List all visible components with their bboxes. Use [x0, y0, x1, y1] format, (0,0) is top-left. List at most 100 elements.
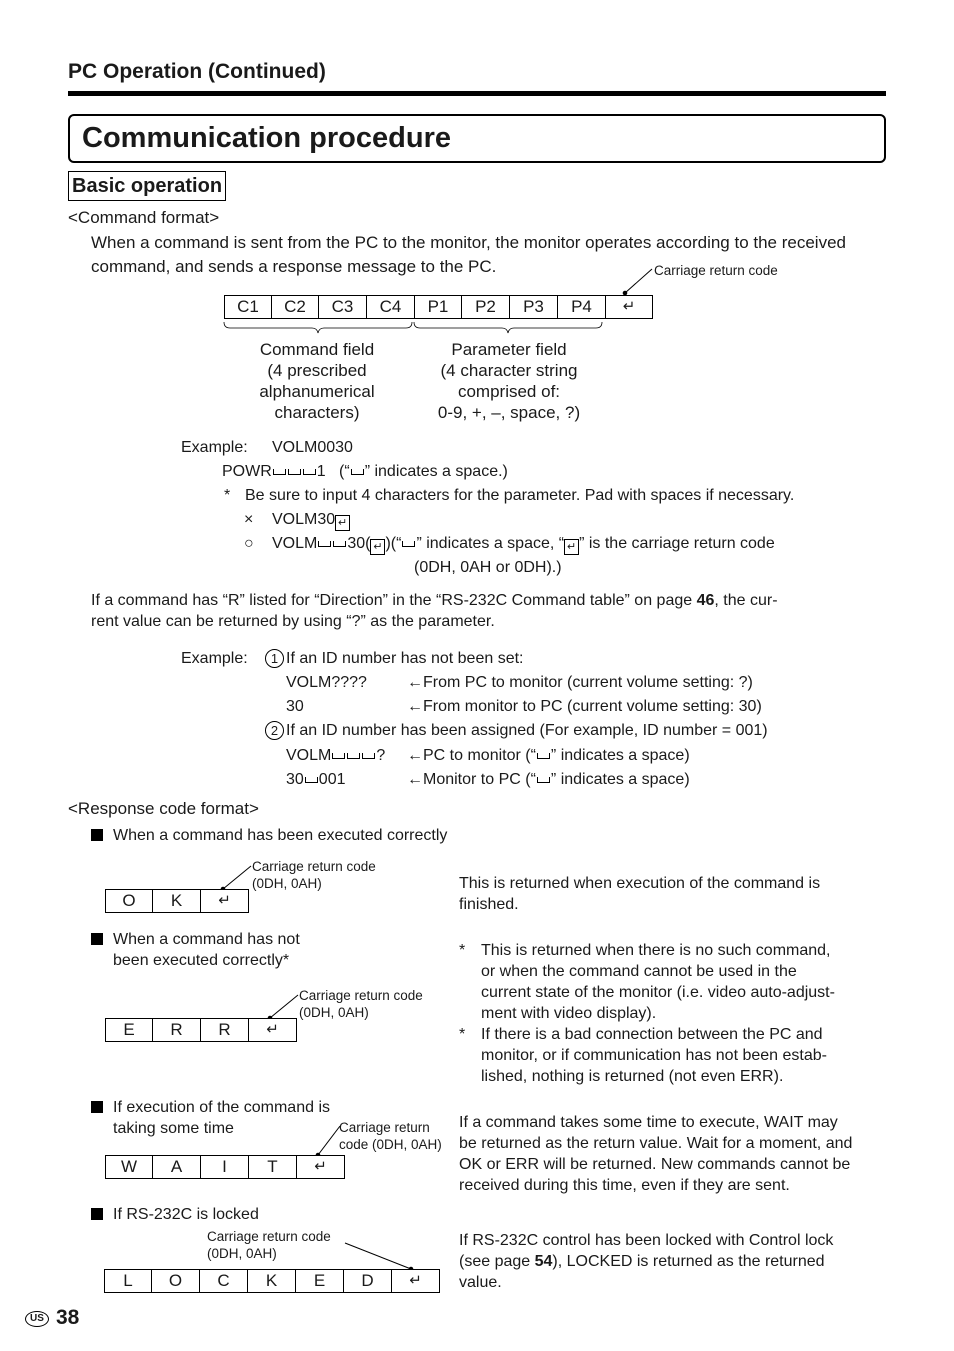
- cell-k: K: [248, 1270, 296, 1292]
- parameter-field-brace: [413, 321, 603, 334]
- cr-label-text: (0DH, 0AH): [252, 876, 322, 891]
- circled-number-2: 2: [265, 721, 284, 740]
- case2-row1-code: VOLM?: [286, 745, 385, 766]
- bullet-square-icon: [91, 1101, 103, 1113]
- code-text: 001: [318, 771, 346, 788]
- bullet-text: When a command has been executed correct…: [113, 827, 448, 844]
- query-paragraph-line1: If a command has “R” listed for “Directi…: [91, 590, 778, 611]
- note-line: lished, nothing is returned (not even ER…: [481, 1068, 784, 1085]
- wait-description: If a command takes some time to execute,…: [459, 1112, 852, 1196]
- cr-label-text: code (0DH, 0AH): [339, 1137, 442, 1152]
- note-text: ” indicates a space.): [364, 463, 508, 480]
- space-icon: [402, 541, 416, 547]
- space-icon: [347, 753, 361, 759]
- desc-text: ” indicates a space): [550, 747, 690, 764]
- pad-note: Be sure to input 4 characters for the pa…: [245, 487, 795, 504]
- ok-title: When a command has been executed correct…: [91, 825, 447, 846]
- carriage-return-icon: ↵: [218, 892, 231, 909]
- note-line: This is returned when there is no such c…: [481, 942, 831, 959]
- desc-line: (see page 54), LOCKED is returned as the…: [459, 1251, 833, 1272]
- case1-row2-code: 30: [286, 698, 304, 715]
- desc-text: ←PC to monitor (“: [407, 747, 536, 764]
- err-note-1: * This is returned when there is no such…: [459, 940, 899, 1024]
- space-icon: [332, 753, 346, 759]
- note-line: monitor, or if communication has not bee…: [481, 1047, 827, 1064]
- parameter-field-title: Parameter field: [451, 340, 567, 359]
- cell-r: R: [201, 1019, 249, 1041]
- cell-c: C: [200, 1270, 248, 1292]
- space-icon: [272, 469, 286, 475]
- case1-row1-desc: ←From PC to monitor (current volume sett…: [407, 674, 753, 691]
- note-line: If there is a bad connection between the…: [481, 1026, 823, 1043]
- bullet-text: taking some time: [113, 1120, 234, 1137]
- bullet-text: If execution of the command is: [113, 1099, 330, 1116]
- carriage-return-icon: ↵: [409, 1272, 422, 1289]
- note-line: or when the command cannot be used in th…: [481, 963, 797, 980]
- parameter-field-line: comprised of:: [457, 382, 561, 401]
- example-text: VOLM30: [272, 511, 336, 528]
- note-line: ment with video display).: [481, 1005, 657, 1022]
- code-text: 30: [286, 771, 304, 788]
- space-icon: [536, 753, 550, 759]
- space-icon: [536, 777, 550, 783]
- desc-line: This is returned when execution of the c…: [459, 875, 821, 892]
- cell-t: T: [249, 1156, 297, 1178]
- locked-description: If RS-232C control has been locked with …: [459, 1230, 833, 1293]
- asterisk: *: [459, 942, 466, 959]
- space-icon: [318, 541, 332, 547]
- cell-e: E: [296, 1270, 344, 1292]
- bullet-text: been executed correctly*: [113, 952, 290, 969]
- note-text: (“: [390, 535, 402, 552]
- cr-label-text: (0DH, 0AH): [299, 1005, 369, 1020]
- locked-title: If RS-232C is locked: [91, 1204, 259, 1225]
- region-badge: US: [25, 1311, 49, 1327]
- desc-text: ” indicates a space): [550, 771, 690, 788]
- command-field-description: Command field (4 prescribed alphanumeric…: [237, 339, 397, 423]
- example-text: VOLM: [272, 535, 318, 552]
- leader-line: [222, 865, 252, 890]
- cell-d: D: [344, 1270, 392, 1292]
- case2-row1-desc: ←PC to monitor (“ ” indicates a space): [407, 745, 690, 766]
- example-text: 1: [316, 463, 326, 480]
- carriage-return-icon: ↵: [314, 1158, 327, 1175]
- note-text: ” is the carriage return code: [579, 535, 775, 552]
- case2-title: 2 If an ID number has been assigned (For …: [265, 720, 768, 741]
- locked-cells: L O C K E D ↵: [104, 1269, 440, 1293]
- example-text: POWR: [222, 463, 272, 480]
- bullet-text: When a command has not: [113, 931, 300, 948]
- query-paragraph-line2: rent value can be returned by using “?” …: [91, 613, 495, 630]
- command-field-brace: [223, 321, 413, 334]
- space-icon: [304, 777, 318, 783]
- err-title: When a command has not been executed cor…: [91, 929, 300, 971]
- wait-title: If execution of the command is taking so…: [91, 1097, 330, 1139]
- desc-text: (see page: [459, 1253, 535, 1270]
- desc-line: If RS-232C control has been locked with …: [459, 1232, 834, 1249]
- bullet-square-icon: [91, 1208, 103, 1220]
- carriage-return-icon: ↵: [335, 515, 351, 531]
- desc-text: ←Monitor to PC (“: [407, 771, 536, 788]
- right-example: VOLM 30(↵)(“” indicates a space, “↵” is t…: [272, 533, 775, 555]
- circled-number-1: 1: [265, 649, 284, 668]
- carriage-return-icon: ↵: [370, 539, 386, 555]
- case1-row2-desc: ←From monitor to PC (current volume sett…: [407, 698, 762, 715]
- cell-a: A: [153, 1156, 201, 1178]
- parameter-field-line: 0-9, +, –, space, ?): [437, 403, 581, 422]
- err-cells: E R R ↵: [105, 1018, 297, 1042]
- note-text: ” indicates a space, “: [416, 535, 565, 552]
- desc-text: ), LOCKED is returned as the returned: [552, 1253, 825, 1270]
- cell-o: O: [106, 890, 153, 912]
- code-text: ?: [376, 747, 386, 764]
- space-icon: [287, 469, 301, 475]
- cell-e: E: [106, 1019, 153, 1041]
- cell-r: R: [153, 1019, 201, 1041]
- page-reference: 46: [696, 592, 715, 609]
- err-note-2: * If there is a bad connection between t…: [459, 1024, 899, 1087]
- case1-title: 1 If an ID number has not been set:: [265, 648, 523, 669]
- desc-line: finished.: [459, 896, 519, 913]
- desc-line: received during this time, even if they …: [459, 1177, 790, 1194]
- leader-line: [624, 268, 653, 294]
- wrong-mark: ×: [244, 511, 254, 528]
- case2-row2-desc: ←Monitor to PC (“ ” indicates a space): [407, 769, 690, 790]
- example-powr: POWR 1 (“ ” indicates a space.): [222, 461, 508, 482]
- bullet-square-icon: [91, 933, 103, 945]
